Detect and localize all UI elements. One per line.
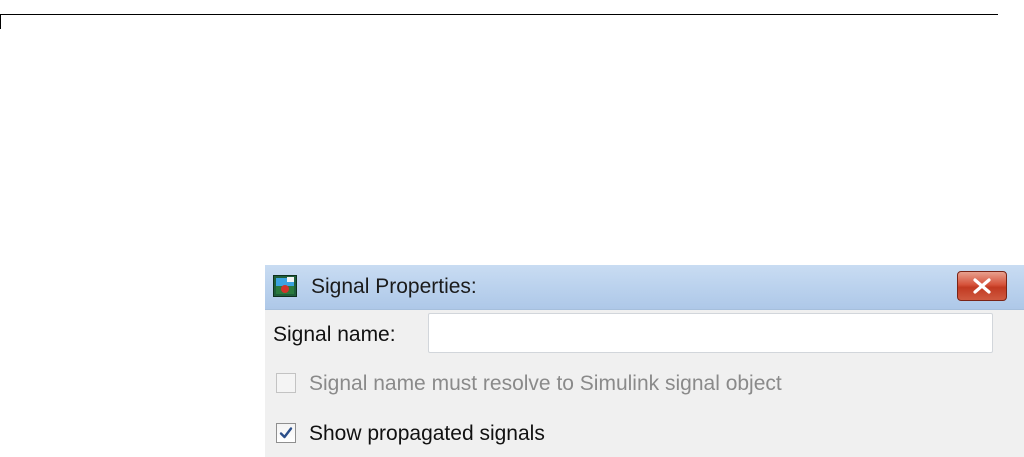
- show-propagated-signals-checkbox[interactable]: [276, 423, 296, 443]
- dialog-titlebar[interactable]: Signal Properties:: [265, 265, 1024, 310]
- show-propagated-signals-label: Show propagated signals: [309, 422, 545, 445]
- checkmark-icon: [279, 427, 293, 439]
- page: Signal Properties: Signal name: Signal n…: [0, 0, 1024, 457]
- signal-name-label: Signal name:: [273, 323, 396, 346]
- top-divider-tick: [0, 14, 1, 29]
- resolve-signal-object-label: Signal name must resolve to Simulink sig…: [309, 372, 782, 395]
- top-divider-line: [0, 14, 998, 15]
- dialog-title: Signal Properties:: [311, 275, 477, 298]
- simulink-window-icon: [273, 275, 297, 297]
- resolve-signal-object-checkbox: [276, 373, 296, 393]
- close-icon: [973, 278, 991, 294]
- signal-properties-dialog: Signal Properties: Signal name: Signal n…: [265, 265, 1024, 457]
- signal-name-input[interactable]: [428, 313, 993, 353]
- close-button[interactable]: [957, 271, 1007, 301]
